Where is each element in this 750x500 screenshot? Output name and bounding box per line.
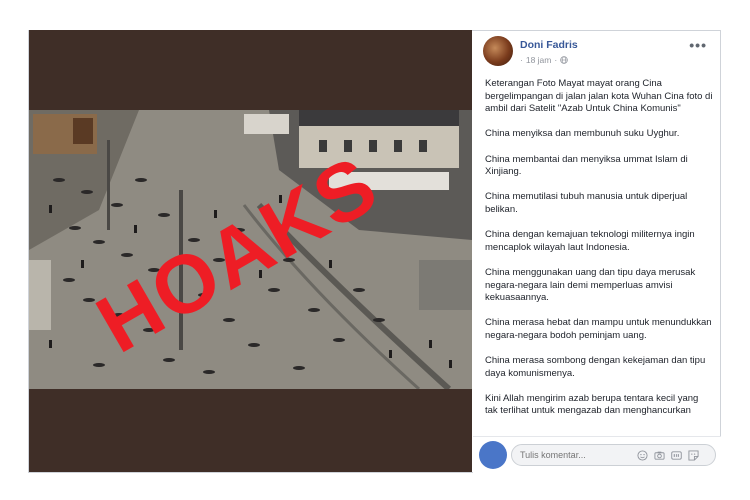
author-avatar[interactable] [483, 36, 513, 66]
gif-icon[interactable] [671, 450, 682, 461]
post-body: Keterangan Foto Mayat mayat orang Cina b… [485, 78, 713, 442]
post-paragraph: China memutilasi tubuh manusia untuk dip… [485, 191, 688, 215]
post-paragraph: Kini Allah mengirim azab berupa tentara … [485, 392, 699, 417]
post-time[interactable]: 18 jam [526, 55, 552, 65]
post-options-icon[interactable]: ••• [689, 38, 707, 52]
post-paragraph: Keterangan Foto Mayat mayat orang Cina b… [485, 78, 713, 115]
post-header: Doni Fadris · 18 jam · ••• [483, 36, 713, 72]
time-separator: · [520, 55, 523, 65]
post-paragraph: China dengan kemajuan teknologi militern… [485, 229, 695, 253]
post-meta: · 18 jam · [520, 55, 568, 65]
globe-icon [560, 56, 568, 64]
post-paragraph: China merasa hebat dan mampu untuk menun… [485, 317, 712, 341]
post-panel: Doni Fadris · 18 jam · ••• Keterangan Fo… [473, 30, 721, 472]
post-paragraph: China membantai dan menyiksa ummat Islam… [485, 153, 688, 178]
time-separator: · [554, 55, 558, 65]
post-paragraph: China merasa sombong dengan kekejaman da… [485, 355, 706, 379]
sticker-icon[interactable] [688, 450, 699, 461]
author-name[interactable]: Doni Fadris [520, 39, 578, 51]
commenter-avatar [479, 441, 507, 469]
comment-bar [473, 436, 721, 473]
post-paragraph: China menggunakan uang dan tipu daya mer… [485, 266, 696, 304]
emoji-icon[interactable] [637, 450, 648, 461]
comment-actions [637, 450, 699, 461]
camera-icon[interactable] [654, 450, 665, 461]
post-paragraph: China menyiksa dan membunuh suku Uyghur. [485, 128, 680, 140]
